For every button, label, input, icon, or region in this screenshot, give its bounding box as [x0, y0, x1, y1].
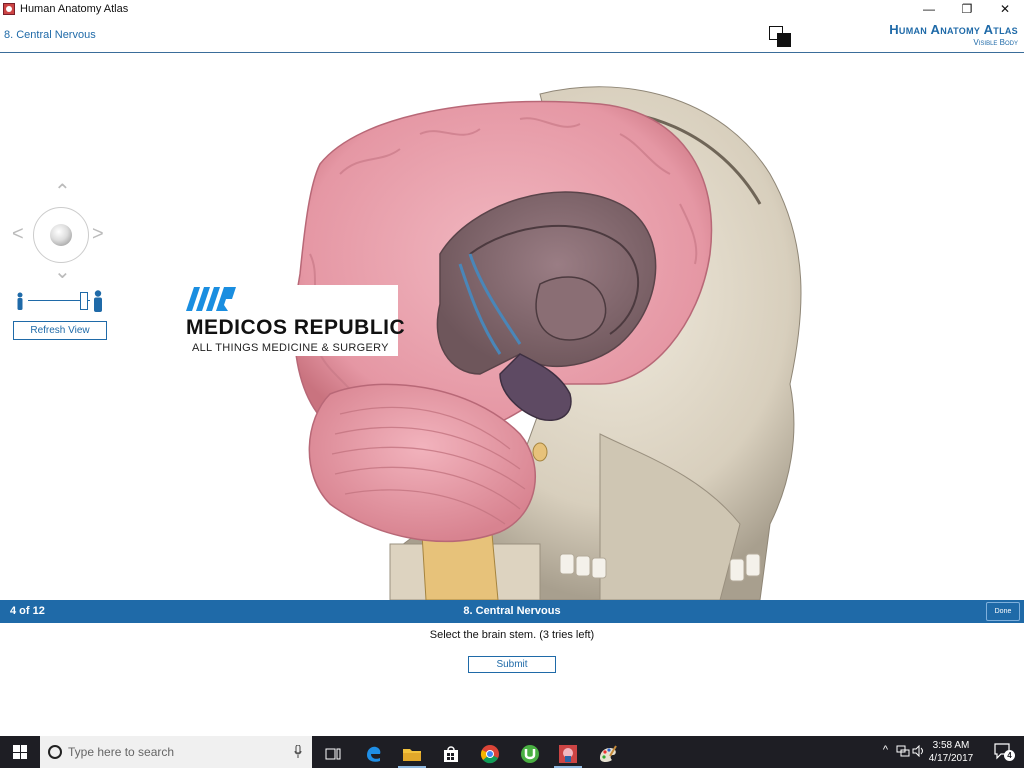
window-title: Human Anatomy Atlas	[20, 3, 129, 15]
zoom-in-figure-icon	[94, 290, 102, 312]
quiz-area: Select the brain stem. (3 tries left) Su…	[0, 623, 1024, 736]
cortana-icon	[48, 745, 62, 759]
brand-title: Human Anatomy Atlas	[889, 22, 1018, 37]
anatomy-viewport[interactable]: ⌃ ⌄ < > Refresh View MEDICOS REPUBLIC AL…	[0, 54, 1024, 600]
show-hidden-icons-icon[interactable]: ^	[883, 744, 888, 756]
search-placeholder: Type here to search	[68, 745, 175, 759]
task-view-icon[interactable]	[315, 740, 351, 768]
title-bar: Human Anatomy Atlas — ❐ ✕	[0, 0, 1024, 18]
store-icon[interactable]	[433, 740, 469, 768]
windows-logo-icon	[13, 745, 27, 759]
microphone-icon[interactable]	[294, 745, 302, 759]
taskbar: Type here to search ^ 3:58 AM 4/17/2017	[0, 736, 1024, 768]
rotate-left-arrow[interactable]: <	[12, 224, 24, 244]
rotate-right-arrow[interactable]: >	[92, 224, 104, 244]
app-header: 8. Central Nervous Human Anatomy Atlas V…	[0, 18, 1024, 53]
taskbar-search[interactable]: Type here to search	[40, 736, 312, 768]
joystick-ball[interactable]	[50, 224, 72, 246]
layers-icon[interactable]	[769, 26, 793, 48]
rotate-up-arrow[interactable]: ⌃	[54, 182, 71, 202]
zoom-thumb[interactable]	[80, 292, 88, 310]
notification-count: 4	[1004, 750, 1015, 761]
close-button[interactable]: ✕	[986, 0, 1024, 18]
watermark-title: MEDICOS REPUBLIC	[186, 316, 406, 339]
medicos-republic-logo	[186, 287, 236, 311]
watermark-subtitle: ALL THINGS MEDICINE & SURGERY	[192, 342, 389, 354]
file-explorer-icon[interactable]	[394, 740, 430, 768]
brand-logo: Human Anatomy Atlas Visible Body	[889, 22, 1018, 47]
brand-subtitle: Visible Body	[973, 38, 1018, 47]
edge-icon[interactable]	[356, 740, 392, 768]
app-icon	[3, 3, 15, 15]
spinal-cord	[421, 533, 499, 600]
zoom-out-figure-icon	[17, 292, 23, 310]
utorrent-icon[interactable]	[512, 740, 548, 768]
window-controls: — ❐ ✕	[910, 0, 1024, 18]
anatomy-model[interactable]	[0, 54, 1024, 600]
minimize-button[interactable]: —	[910, 0, 948, 18]
rotate-down-arrow[interactable]: ⌄	[54, 262, 71, 282]
watermark: MEDICOS REPUBLIC ALL THINGS MEDICINE & S…	[182, 285, 406, 356]
view-navigation: ⌃ ⌄ < >	[10, 182, 114, 284]
network-icon[interactable]	[896, 745, 910, 757]
chrome-icon[interactable]	[472, 740, 508, 768]
quiz-title: 8. Central Nervous	[463, 605, 561, 617]
taskbar-clock[interactable]: 3:58 AM 4/17/2017	[924, 739, 978, 765]
action-center-icon[interactable]: 4	[994, 743, 1015, 761]
start-button[interactable]	[0, 736, 40, 768]
refresh-view-button[interactable]: Refresh View	[13, 321, 107, 340]
submit-button[interactable]: Submit	[468, 656, 556, 673]
clock-date: 4/17/2017	[928, 753, 974, 764]
done-button[interactable]: Done	[986, 602, 1020, 621]
quiz-question: Select the brain stem. (3 tries left)	[429, 629, 595, 641]
chapter-title: 8. Central Nervous	[4, 29, 96, 41]
anatomy-atlas-taskbar-icon[interactable]	[550, 740, 586, 768]
clock-time: 3:58 AM	[932, 740, 970, 751]
zoom-slider[interactable]	[14, 290, 106, 312]
restore-button[interactable]: ❐	[948, 0, 986, 18]
quiz-bar: 4 of 12 8. Central Nervous Done	[0, 600, 1024, 623]
paint-icon[interactable]	[590, 740, 626, 768]
